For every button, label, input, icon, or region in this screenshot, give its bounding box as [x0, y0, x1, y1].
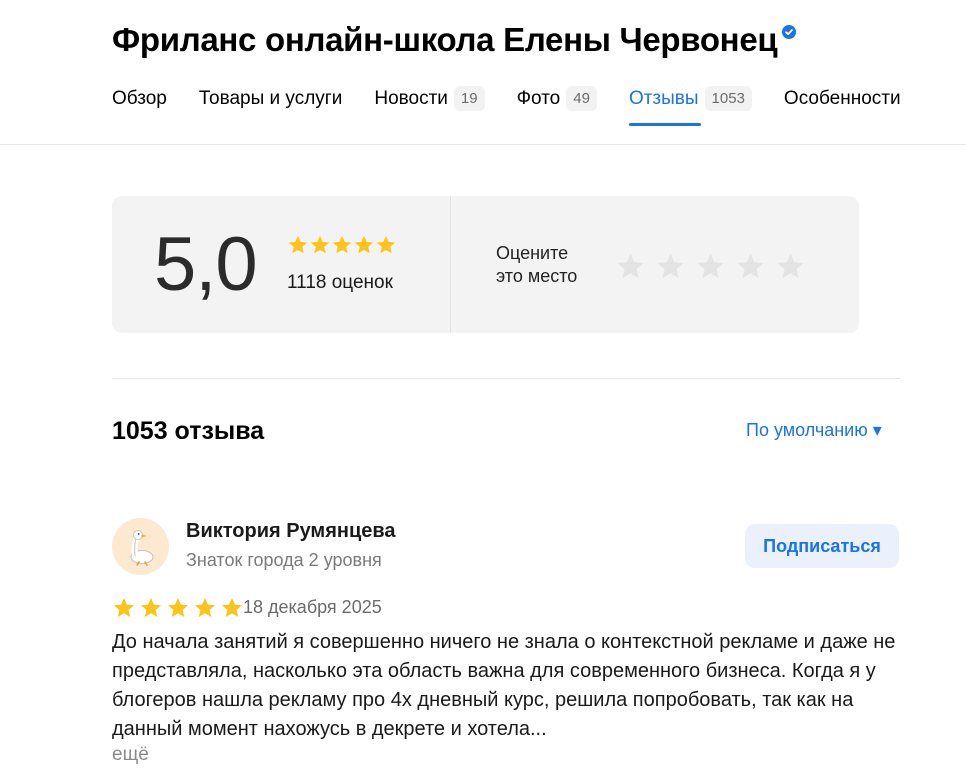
card-divider: [450, 196, 451, 333]
review-date: 18 декабря 2025: [243, 597, 382, 617]
rate-prompt: Оцените это место: [496, 242, 606, 288]
star-icon[interactable]: [695, 251, 726, 282]
tab-label: Особенности: [783, 88, 901, 109]
verified-check-icon: [782, 25, 797, 39]
review-text: До начала занятий я совершенно ничего не…: [112, 631, 896, 740]
tab-news[interactable]: Новости 19: [374, 82, 485, 126]
subscribe-button[interactable]: Подписаться: [745, 524, 899, 568]
sort-dropdown[interactable]: По умолчанию ▾: [746, 420, 882, 441]
tab-label: Новости: [374, 88, 448, 109]
rating-value: 5,0: [154, 222, 258, 307]
tab-overview[interactable]: Обзор: [112, 82, 167, 126]
rate-stars-input: [615, 251, 815, 282]
star-icon: [195, 598, 215, 617]
tab-features[interactable]: Особенности: [784, 82, 901, 126]
reviews-count-heading: 1053 отзыва: [112, 417, 265, 445]
rating-summary-card: 5,0 1118 оценок Оцените это место: [112, 196, 859, 333]
header-divider: [0, 144, 966, 145]
read-more-link[interactable]: ещё: [112, 744, 149, 766]
tab-label: Отзывы: [628, 88, 699, 109]
tab-label: Фото: [516, 88, 561, 109]
star-icon[interactable]: [615, 251, 646, 282]
tab-label: Товары и услуги: [198, 88, 343, 109]
tab-count-badge: 49: [566, 86, 597, 111]
tab-goods-services[interactable]: Товары и услуги: [199, 82, 342, 126]
author-level: Знаток города 2 уровня: [186, 550, 382, 570]
star-icon[interactable]: [735, 251, 766, 282]
rating-stars: [287, 234, 397, 256]
star-icon: [114, 598, 134, 617]
rating-count: 1118 оценок: [287, 272, 393, 293]
star-icon: [376, 235, 396, 254]
star-icon: [354, 235, 374, 254]
star-icon[interactable]: [655, 251, 686, 282]
tab-count-badge: 19: [453, 86, 485, 111]
section-divider: [112, 378, 900, 379]
page-header: Фриланс онлайн-школа Елены Червонец: [112, 18, 797, 62]
tab-label: Обзор: [112, 88, 167, 109]
tab-count-badge: 1053: [704, 86, 752, 111]
star-icon[interactable]: [775, 251, 806, 282]
star-icon: [332, 235, 352, 254]
star-icon: [168, 598, 188, 617]
tab-bar: Обзор Товары и услуги Новости 19 Фото 49 О…: [112, 82, 933, 126]
goose-icon: [130, 529, 153, 566]
tab-reviews[interactable]: Отзывы 1053: [628, 82, 752, 126]
star-icon: [141, 598, 161, 617]
author-name[interactable]: Виктория Румянцева: [186, 520, 396, 543]
rate-prompt-line: это место: [496, 266, 578, 286]
avatar[interactable]: [112, 518, 169, 575]
rate-prompt-line: Оцените: [496, 243, 569, 263]
tab-photos[interactable]: Фото 49: [517, 82, 597, 126]
star-icon: [310, 235, 330, 254]
page-title: Фриланс онлайн-школа Елены Червонец: [112, 21, 778, 58]
star-icon: [222, 598, 242, 617]
review-stars: [112, 596, 247, 620]
star-icon: [288, 235, 308, 254]
